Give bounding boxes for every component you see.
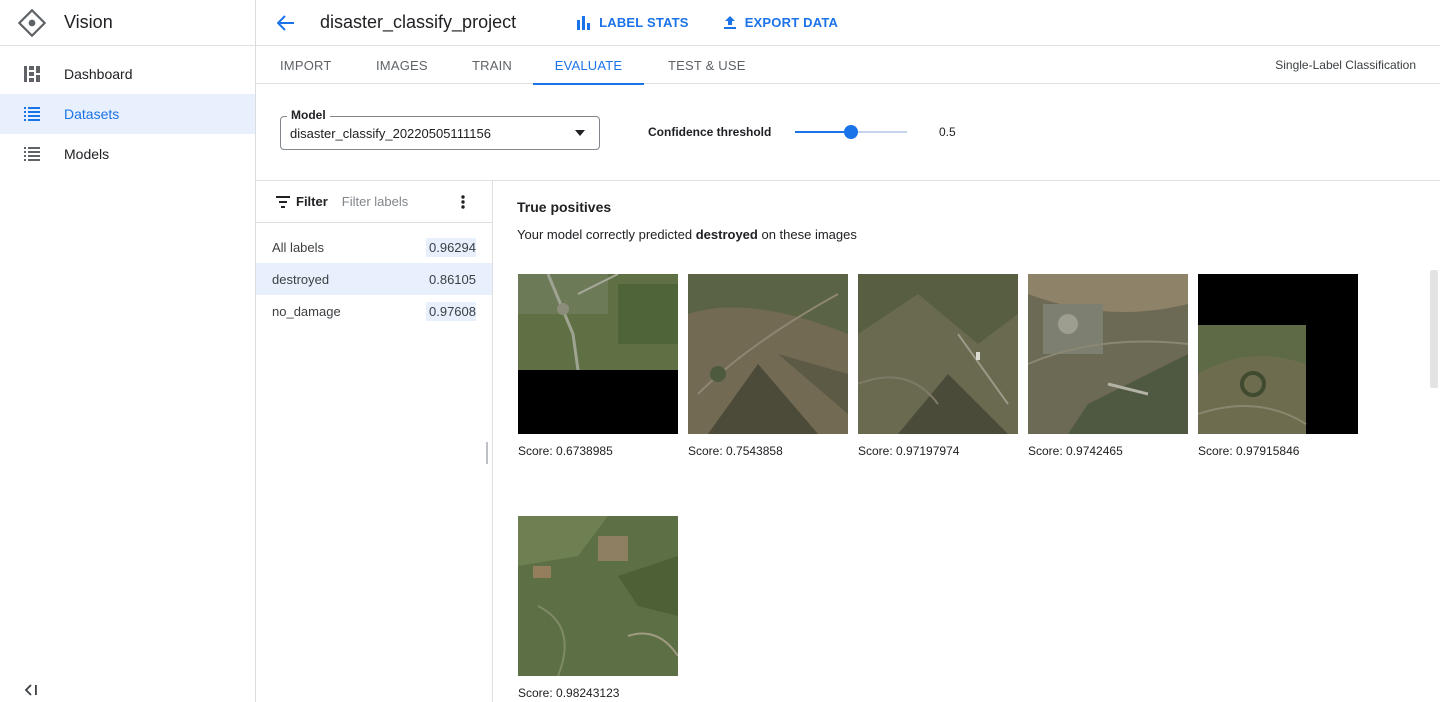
tab-label: TRAIN — [472, 57, 512, 73]
label-row-destroyed[interactable]: destroyed 0.86105 — [256, 263, 492, 295]
brand: Vision — [0, 0, 255, 46]
slider-thumb[interactable] — [844, 125, 858, 139]
satellite-image-thumbnail[interactable] — [688, 274, 848, 434]
true-positives-section: True positives Your model correctly pred… — [493, 181, 1440, 702]
label-stats-label: LABEL STATS — [599, 15, 689, 30]
app-root: Vision Dashboard Datasets Models disaste… — [0, 0, 1440, 702]
label-filter-panel: Filter All labels 0.96294 destroyed 0.86… — [256, 181, 493, 702]
classification-type: Single-Label Classification — [1275, 58, 1416, 72]
evaluation-controls: Model disaster_classify_20220505111156 C… — [256, 84, 1440, 181]
satellite-image-thumbnail[interactable] — [518, 274, 678, 434]
image-score: Score: 0.6738985 — [518, 444, 613, 458]
image-card: Score: 0.97197974 — [858, 274, 1018, 458]
app-title: Vision — [64, 12, 113, 32]
label-name: no_damage — [272, 303, 341, 319]
sidebar-item-models[interactable]: Models — [0, 134, 255, 174]
section-subtitle: Your model correctly predicted destroyed… — [517, 227, 857, 242]
satellite-image-thumbnail[interactable] — [1198, 274, 1358, 434]
subtitle-suffix: on these images — [757, 227, 857, 242]
page-title: disaster_classify_project — [320, 12, 517, 32]
filter-label: Filter — [296, 194, 328, 209]
image-score: Score: 0.97197974 — [858, 444, 960, 458]
results-scrollbar[interactable] — [1430, 270, 1438, 388]
label-score: 0.96294 — [426, 237, 476, 257]
label-row-no-damage[interactable]: no_damage 0.97608 — [256, 295, 492, 327]
slider-fill — [795, 131, 851, 133]
filter-icon — [276, 195, 290, 208]
list-icon — [24, 106, 40, 122]
collapse-sidebar-icon[interactable] — [24, 682, 40, 698]
bar-chart-icon — [577, 15, 593, 31]
filter-bar: Filter — [256, 181, 492, 223]
upload-icon — [723, 15, 739, 31]
confidence-threshold-label: Confidence threshold — [648, 125, 772, 139]
more-vert-icon[interactable] — [456, 194, 470, 210]
sidebar-item-label: Datasets — [64, 106, 120, 122]
model-select-label: Model — [287, 108, 330, 122]
tab-label: TEST & USE — [668, 57, 746, 73]
export-data-label: EXPORT DATA — [744, 15, 839, 30]
sidebar-nav: Dashboard Datasets Models — [0, 46, 255, 174]
tab-label: IMPORT — [280, 57, 332, 73]
image-card: Score: 0.6738985 — [518, 274, 678, 458]
model-select[interactable]: Model disaster_classify_20220505111156 — [280, 108, 600, 150]
vision-logo-icon[interactable] — [18, 8, 46, 37]
sidebar: Vision Dashboard Datasets Models — [0, 0, 256, 702]
sidebar-item-datasets[interactable]: Datasets — [0, 94, 255, 134]
filter-labels-input[interactable] — [341, 194, 442, 209]
image-card: Score: 0.98243123 — [518, 516, 678, 700]
sidebar-item-dashboard[interactable]: Dashboard — [0, 54, 255, 94]
satellite-image-thumbnail[interactable] — [858, 274, 1018, 434]
back-arrow-icon[interactable] — [274, 11, 298, 35]
satellite-image-thumbnail[interactable] — [1028, 274, 1188, 434]
tab-images[interactable]: IMAGES — [376, 46, 428, 84]
panel-resize-handle[interactable] — [486, 442, 488, 464]
export-data-button[interactable]: EXPORT DATA — [723, 15, 838, 31]
confidence-threshold-value: 0.5 — [939, 125, 956, 139]
label-name: destroyed — [272, 271, 330, 287]
image-card: Score: 0.7543858 — [688, 274, 848, 458]
tab-import[interactable]: IMPORT — [280, 46, 332, 84]
satellite-image-thumbnail[interactable] — [518, 516, 678, 676]
page-header: disaster_classify_project LABEL STATS EX… — [256, 0, 1440, 46]
tab-train[interactable]: TRAIN — [472, 46, 512, 84]
subtitle-label: destroyed — [695, 227, 758, 242]
model-select-value: disaster_classify_20220505111156 — [290, 125, 491, 141]
image-card: Score: 0.97915846 — [1198, 274, 1358, 458]
tab-label: IMAGES — [376, 57, 428, 73]
section-title: True positives — [517, 199, 612, 215]
image-score: Score: 0.7543858 — [688, 444, 783, 458]
subtitle-prefix: Your model correctly predicted — [517, 227, 696, 242]
tab-test-and-use[interactable]: TEST & USE — [668, 46, 746, 84]
label-list: All labels 0.96294 destroyed 0.86105 no_… — [256, 223, 492, 327]
confidence-threshold-slider[interactable] — [795, 125, 907, 139]
list-icon — [24, 146, 40, 162]
label-row-all-labels[interactable]: All labels 0.96294 — [256, 231, 492, 263]
image-score: Score: 0.98243123 — [518, 686, 620, 700]
label-stats-button[interactable]: LABEL STATS — [577, 15, 689, 31]
image-score: Score: 0.9742465 — [1028, 444, 1123, 458]
dropdown-arrow-icon — [575, 130, 585, 136]
sidebar-item-label: Models — [64, 146, 110, 162]
label-name: All labels — [272, 239, 325, 255]
image-card: Score: 0.9742465 — [1028, 274, 1188, 458]
dashboard-icon — [24, 66, 40, 82]
tab-label: EVALUATE — [554, 57, 623, 73]
image-score: Score: 0.97915846 — [1198, 444, 1300, 458]
tab-bar: IMPORT IMAGES TRAIN EVALUATE TEST & USE … — [256, 46, 1440, 85]
tab-evaluate[interactable]: EVALUATE — [533, 46, 644, 85]
sidebar-item-label: Dashboard — [64, 66, 133, 82]
label-score: 0.86105 — [426, 269, 476, 289]
label-score: 0.97608 — [426, 301, 476, 321]
